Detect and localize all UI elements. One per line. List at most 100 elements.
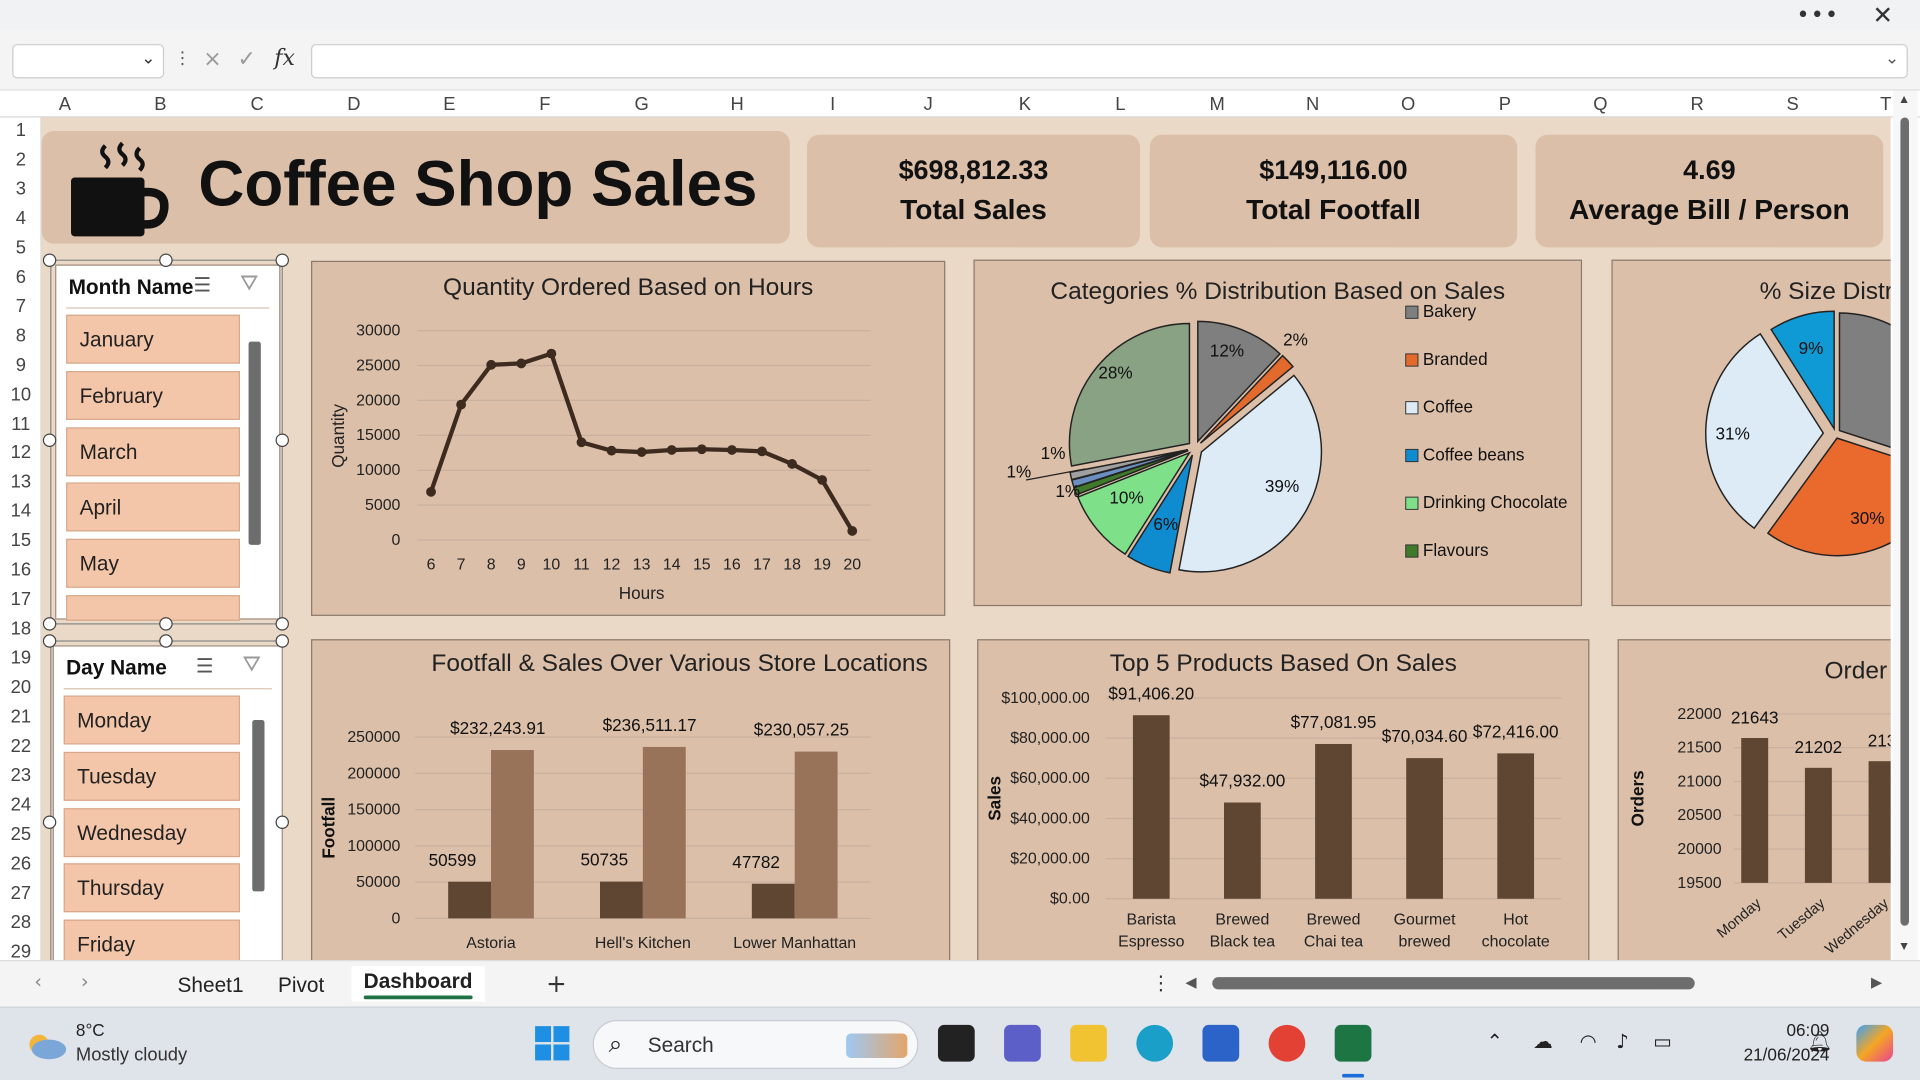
row-header-6[interactable]: 6 [0,267,42,288]
vertical-scrollbar[interactable]: ▲ ▼ [1893,90,1918,961]
microsoft-store-icon[interactable] [1202,1024,1240,1062]
row-header-4[interactable]: 4 [0,208,42,229]
slicer-item-may[interactable]: May [66,538,241,588]
resize-handle[interactable] [275,617,289,631]
top-products-chart[interactable]: Top 5 Products Based On Sales $0.00 $20,0… [977,639,1590,961]
row-header-19[interactable]: 19 [0,648,42,669]
insert-function-icon[interactable]: fx [274,45,295,71]
onedrive-icon[interactable]: ☁ [1533,1030,1553,1053]
resize-handle[interactable] [42,433,57,447]
kebab-icon[interactable]: ⋮ [1151,971,1171,994]
slicer-item-tuesday[interactable]: Tuesday [63,751,241,801]
slicer-item-partial[interactable] [66,595,241,621]
column-header-p[interactable]: P [1493,94,1517,115]
tab-dashboard[interactable]: Dashboard [351,966,485,1002]
task-view-icon[interactable] [937,1024,975,1062]
row-header-10[interactable]: 10 [0,384,42,405]
horizontal-scrollbar-thumb[interactable] [1212,977,1695,990]
column-header-o[interactable]: O [1396,94,1420,115]
row-header-17[interactable]: 17 [0,589,42,610]
resize-handle[interactable] [42,815,57,829]
column-header-c[interactable]: C [245,94,269,115]
scroll-up-icon[interactable]: ▲ [1898,93,1910,106]
row-header-13[interactable]: 13 [0,472,42,493]
row-header-26[interactable]: 26 [0,853,42,874]
add-sheet-button[interactable]: + [546,969,567,998]
close-icon[interactable]: ✕ [1873,0,1894,29]
column-header-l[interactable]: L [1108,94,1132,115]
slicer-item-monday[interactable]: Monday [63,695,241,745]
scroll-left-icon[interactable]: ◀ [1185,973,1196,990]
resize-handle[interactable] [275,634,289,648]
column-header-r[interactable]: R [1685,94,1709,115]
enter-icon[interactable]: ✓ [238,47,256,73]
tab-sheet1[interactable]: Sheet1 [178,973,244,997]
resize-handle[interactable] [159,634,173,648]
row-header-11[interactable]: 11 [0,413,42,434]
quantity-by-hours-chart[interactable]: Quantity Ordered Based on Hours 0 5000 100… [311,260,946,616]
row-header-27[interactable]: 27 [0,882,42,903]
cancel-icon[interactable]: × [203,47,221,73]
month-slicer[interactable]: Month Name ☰ ⛛ January February March Ap… [55,264,281,621]
size-distribution-chart[interactable]: % Size Distr 30% 31% 9% [1611,259,1891,607]
file-explorer-icon[interactable] [1070,1024,1107,1062]
chevron-down-icon[interactable]: ⌄ [141,49,155,69]
row-header-9[interactable]: 9 [0,355,42,376]
weather-description[interactable]: Mostly cloudy [76,1044,187,1065]
slicer-item-january[interactable]: January [66,314,241,364]
column-header-n[interactable]: N [1300,94,1324,115]
row-header-7[interactable]: 7 [0,296,42,317]
day-slicer[interactable]: Day Name ☰ ⛛ Monday Tuesday Wednesday Th… [52,645,283,961]
row-header-2[interactable]: 2 [0,149,42,170]
scroll-down-icon[interactable]: ▼ [1898,940,1910,953]
column-header-j[interactable]: J [916,94,940,115]
edge-icon[interactable] [1136,1024,1174,1062]
slicer-item-february[interactable]: February [66,371,241,421]
column-header-k[interactable]: K [1013,94,1037,115]
slicer-item-wednesday[interactable]: Wednesday [63,808,241,858]
name-box[interactable]: ⌄ [12,44,165,79]
kebab-icon[interactable]: ⋮ [174,49,191,69]
row-header-18[interactable]: 18 [0,619,42,640]
slicer-item-friday[interactable]: Friday [63,919,241,961]
column-header-i[interactable]: I [820,94,844,115]
resize-handle[interactable] [275,815,289,829]
row-header-24[interactable]: 24 [0,795,42,816]
scrollbar-thumb[interactable] [1900,117,1909,926]
column-header-e[interactable]: E [437,94,461,115]
categories-distribution-chart[interactable]: Categories % Distribution Based on Sales… [973,259,1583,607]
row-header-23[interactable]: 23 [0,765,42,786]
column-header-m[interactable]: M [1205,94,1229,115]
scroll-right-icon[interactable]: ▶ [1871,973,1882,990]
slicer-item-thursday[interactable]: Thursday [63,863,241,913]
row-header-14[interactable]: 14 [0,501,42,522]
row-header-5[interactable]: 5 [0,237,42,258]
row-header-21[interactable]: 21 [0,707,42,728]
resize-handle[interactable] [275,253,289,267]
windows-start-icon[interactable] [534,1025,571,1062]
prev-sheet-icon[interactable]: ‹ [34,970,42,993]
volume-icon[interactable]: ♪ [1616,1030,1629,1053]
slicer-scrollbar[interactable] [252,720,265,892]
row-header-16[interactable]: 16 [0,560,42,581]
column-header-a[interactable]: A [53,94,77,115]
slicer-item-april[interactable]: April [66,482,241,532]
taskbar-search-box[interactable]: ⌕ Search [592,1020,919,1069]
column-header-d[interactable]: D [342,94,366,115]
row-header-29[interactable]: 29 [0,941,42,962]
column-header-s[interactable]: S [1780,94,1804,115]
resize-handle[interactable] [159,253,173,267]
chrome-icon[interactable] [1268,1024,1306,1062]
notification-bell-icon[interactable]: 🔔︎ [1807,1030,1832,1053]
orders-chart[interactable]: Order 19500 20000 20500 21000 21500 22000 2164… [1617,639,1891,961]
resize-handle[interactable] [275,433,289,447]
next-sheet-icon[interactable]: › [81,970,89,993]
column-header-g[interactable]: G [629,94,653,115]
formula-input[interactable]: ⌄ [311,44,1908,79]
row-header-3[interactable]: 3 [0,179,42,200]
more-options-icon[interactable]: ••• [1797,2,1840,28]
wifi-icon[interactable]: ◠ [1580,1030,1597,1053]
slicer-scrollbar[interactable] [248,341,261,545]
slicer-item-march[interactable]: March [66,427,241,477]
row-header-8[interactable]: 8 [0,325,42,346]
